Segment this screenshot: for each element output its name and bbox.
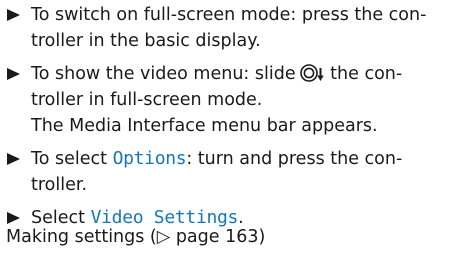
step-text: the con-: [330, 64, 403, 84]
triangle-bullet-icon: [7, 68, 20, 80]
step-text: : turn and press the con-: [186, 149, 403, 169]
step-select-options: To select Options: turn and press the co…: [6, 146, 461, 198]
step-video-menu: To show the video menu: slide the con- t…: [6, 61, 461, 139]
triangle-bullet-icon: [7, 153, 20, 165]
step-text-line: To select Options: turn and press the co…: [31, 146, 461, 172]
instruction-list: To switch on full-screen mode: press the…: [6, 2, 461, 231]
step-text-line: To switch on full-screen mode: press the…: [31, 5, 427, 25]
options-menu-keyword: Options: [112, 148, 187, 169]
page-reference: page 163): [175, 227, 266, 247]
step-text-line: troller.: [31, 175, 88, 195]
triangle-bullet-icon: [7, 212, 20, 224]
step-text: To select: [31, 149, 107, 169]
step-text-line: troller in the basic display.: [31, 31, 261, 51]
step-fullscreen: To switch on full-screen mode: press the…: [6, 2, 461, 54]
triangle-bullet-icon: [7, 9, 20, 21]
page-reference-arrow-icon: ▷: [156, 227, 171, 247]
step-text: To show the video menu: slide: [31, 64, 296, 84]
controller-slide-down-icon: [299, 63, 324, 83]
step-text-line: To show the video menu: slide the con-: [31, 61, 461, 87]
step-result-line: The Media Interface menu bar appears.: [31, 116, 378, 136]
cross-reference-note: Making settings (▷ page 163): [6, 224, 265, 250]
step-text-line: troller in full-screen mode.: [31, 90, 263, 110]
cross-reference-text: Making settings (: [6, 227, 157, 247]
